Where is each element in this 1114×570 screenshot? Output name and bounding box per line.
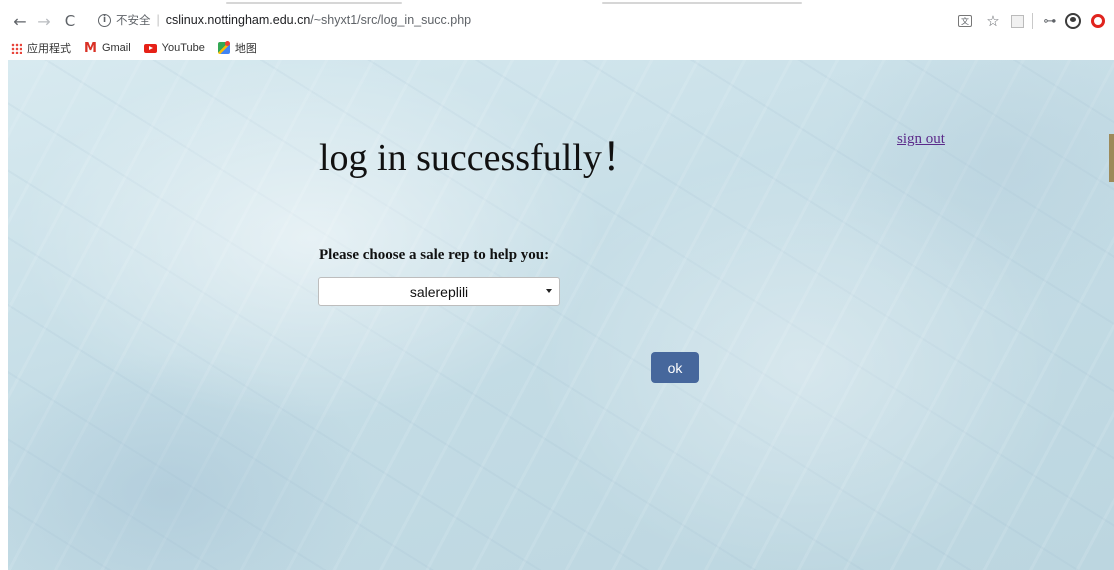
sale-rep-prompt: Please choose a sale rep to help you: [319,247,550,263]
bookmark-maps[interactable]: 地图 [217,40,257,56]
page-viewport: log in successfully！ sign out Please cho… [0,60,1114,570]
bookmark-label: Gmail [101,42,131,54]
gmail-icon: M [84,40,97,56]
security-label: 不安全 [116,13,151,27]
bookmark-star-icon[interactable]: ☆ [984,10,1002,32]
viewport-edge [0,60,8,570]
reload-icon[interactable]: C [59,10,81,32]
account-icon[interactable] [1065,13,1081,29]
apps-icon [11,42,22,54]
background-image-edge [1109,134,1114,182]
bookmark-label: 地图 [234,43,257,55]
youtube-icon [143,43,157,53]
bookmarks-bar: 应用程式 M Gmail YouTube 地图 [0,36,1114,60]
toolbar-divider [1032,13,1033,29]
url-path: /~shyxt1/src/log_in_succ.php [310,13,472,27]
tab-edge [602,2,802,4]
dropdown-arrow-icon [546,289,552,293]
browser-toolbar: ← → C i 不安全 | cslinux.nottingham.edu.cn … [0,6,1114,36]
opera-icon[interactable] [1091,14,1105,28]
bookmark-label: YouTube [161,42,205,54]
back-arrow-icon[interactable]: ← [9,10,31,32]
bookmark-gmail[interactable]: M Gmail [84,41,131,56]
toolbar-actions: 文 ☆ ⊶ [958,6,1114,36]
translate-icon[interactable]: 文 [958,15,972,27]
key-icon[interactable]: ⊶ [1042,10,1058,32]
extension-icon[interactable] [1011,14,1024,28]
info-icon[interactable]: i [98,13,111,27]
ok-button[interactable]: ok [651,352,699,383]
tab-edge [226,2,402,4]
sale-rep-selected-value: salereplili [409,283,469,300]
url-host: cslinux.nottingham.edu.cn [165,13,311,27]
bookmark-youtube[interactable]: YouTube [143,42,205,54]
bookmark-label: 应用程式 [27,43,71,55]
address-separator: | [156,13,160,27]
sign-out-link[interactable]: sign out [897,131,945,148]
maps-icon [217,41,230,54]
address-bar[interactable]: i 不安全 | cslinux.nottingham.edu.cn /~shyx… [98,9,998,31]
forward-arrow-icon[interactable]: → [33,10,55,32]
page-title: log in successfully！ [319,137,640,179]
bookmark-apps[interactable]: 应用程式 [11,40,71,56]
sale-rep-select[interactable]: salereplili [318,277,560,306]
